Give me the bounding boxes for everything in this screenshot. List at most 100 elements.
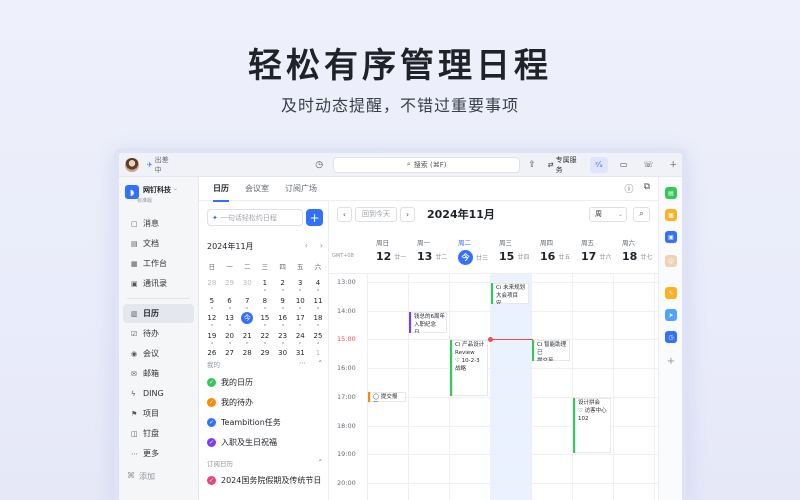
- mini-day[interactable]: 31: [291, 349, 309, 357]
- mini-day[interactable]: 7: [238, 297, 256, 309]
- org-switcher[interactable]: ◗ 网钉科技 ⌄: [119, 177, 198, 199]
- mini-day[interactable]: 30: [274, 349, 292, 357]
- day-header[interactable]: 周一 13 廿二: [408, 237, 449, 263]
- help-icon[interactable]: ⓘ: [625, 182, 634, 195]
- screen-icon[interactable]: ▭: [615, 157, 633, 173]
- calendar-event[interactable]: ◯ 提交报销...: [368, 392, 406, 402]
- mini-day[interactable]: 8: [256, 297, 274, 309]
- calendar-event[interactable]: Ci 产品设计 Review ♡ 10-2-3 战略: [450, 340, 488, 396]
- mini-day[interactable]: 29: [256, 349, 274, 357]
- mini-day[interactable]: 20: [221, 332, 239, 344]
- add-app-icon[interactable]: +: [665, 355, 677, 367]
- new-icon[interactable]: ＋: [664, 157, 682, 173]
- sidebar-item-3[interactable]: ▣ 通讯录: [123, 274, 194, 293]
- day-header[interactable]: 周六 18 廿七: [613, 237, 654, 263]
- calendar-event[interactable]: Ci 智能助理已提交至review: [532, 340, 570, 362]
- mini-day[interactable]: 28: [238, 349, 256, 357]
- edit-app-icon[interactable]: ✎: [665, 287, 677, 299]
- service-button[interactable]: ⇄ 专属服务: [548, 155, 583, 175]
- sidebar-item-0[interactable]: ▢ 消息: [123, 214, 194, 233]
- mini-day[interactable]: 3: [291, 279, 309, 292]
- sidebar-item-1[interactable]: ▤ 文档: [123, 234, 194, 253]
- mini-day[interactable]: 16: [274, 314, 292, 327]
- checkbox-icon[interactable]: ✓: [207, 418, 216, 427]
- tab-subscription[interactable]: 订阅广场: [285, 183, 317, 194]
- calendar-list-item[interactable]: ✓ Teambition任务: [207, 417, 281, 428]
- sidebar-add[interactable]: ⌘ 添加: [127, 471, 155, 482]
- mini-day[interactable]: 24: [291, 332, 309, 344]
- prev-month-icon[interactable]: ‹: [305, 241, 308, 252]
- checkbox-icon[interactable]: ✓: [207, 476, 216, 485]
- next-month-icon[interactable]: ›: [320, 241, 323, 252]
- calendar-list-item[interactable]: ✓ 我的待办: [207, 397, 253, 408]
- day-header[interactable]: 周二 今廿三: [449, 237, 490, 265]
- sidebar-item-6[interactable]: ◉ 会议: [123, 344, 194, 363]
- sidebar-item-10[interactable]: ◫ 钉盘: [123, 424, 194, 443]
- mini-day[interactable]: 18: [309, 314, 327, 327]
- mini-day[interactable]: 23: [274, 332, 292, 344]
- mini-day[interactable]: 13: [221, 314, 239, 327]
- global-search[interactable]: ⌕ 搜索 (⌘F): [333, 156, 521, 173]
- history-icon[interactable]: ◷: [315, 160, 323, 170]
- status-indicator[interactable]: ✈ 出差中: [147, 155, 175, 175]
- calendar-list-item[interactable]: ✓ 我的日历: [207, 377, 253, 388]
- upload-icon[interactable]: ⇪: [528, 160, 536, 170]
- sidebar-item-9[interactable]: ⚑ 项目: [123, 404, 194, 423]
- next-week-button[interactable]: ›: [400, 206, 415, 222]
- mini-day[interactable]: 1: [309, 349, 327, 357]
- mini-day[interactable]: 17: [291, 314, 309, 327]
- calendar-event[interactable]: Ci 未来规划 大会项目安...: [491, 283, 529, 304]
- mini-day[interactable]: 11: [309, 297, 327, 309]
- mini-day[interactable]: 29: [221, 279, 239, 287]
- day-header[interactable]: 周日 12 廿一: [367, 237, 408, 263]
- mini-day[interactable]: 15: [256, 314, 274, 327]
- tab-calendar[interactable]: 日历: [213, 183, 229, 202]
- quick-create-input[interactable]: ✦ 一句话轻松约日程: [207, 209, 303, 226]
- create-event-button[interactable]: +: [306, 209, 323, 226]
- sidebar-item-5[interactable]: ☑ 待办: [123, 324, 194, 343]
- sheet-app-icon[interactable]: ▤: [665, 187, 677, 199]
- mini-day[interactable]: 6: [221, 297, 239, 309]
- form-app-icon[interactable]: ▣: [665, 231, 677, 243]
- clock-app-icon[interactable]: ◷: [665, 331, 677, 343]
- calendar-list-item[interactable]: ✓ 入职及生日祝福: [207, 437, 277, 448]
- mini-day[interactable]: 26: [203, 349, 221, 357]
- send-app-icon[interactable]: ➤: [665, 309, 677, 321]
- note-app-icon[interactable]: ▦: [665, 209, 677, 221]
- mini-day[interactable]: 10: [291, 297, 309, 309]
- calendar-event[interactable]: 钱总的6周年 入职纪念日...: [409, 311, 447, 333]
- mini-day-today[interactable]: 今: [238, 312, 256, 325]
- sidebar-item-7[interactable]: ✉ 邮箱: [123, 364, 194, 383]
- ai-assistant-button[interactable]: ᶻ⁄ₐ: [590, 156, 608, 173]
- mini-day[interactable]: 4: [309, 279, 327, 292]
- sidebar-item-2[interactable]: ▦ 工作台: [123, 254, 194, 273]
- mini-day[interactable]: 27: [221, 349, 239, 357]
- calendar-event[interactable]: 设计拼会 ♡ 访客中心102: [573, 397, 611, 454]
- mini-day[interactable]: 19: [203, 332, 221, 344]
- mini-day[interactable]: 1: [256, 279, 274, 292]
- view-select[interactable]: 周 ⌄: [589, 206, 627, 222]
- share-icon[interactable]: ⧉: [644, 182, 650, 195]
- avatar[interactable]: [125, 157, 139, 172]
- sidebar-item-8[interactable]: ϟ DING: [123, 384, 194, 403]
- mini-day[interactable]: 5: [203, 297, 221, 309]
- sidebar-item-4[interactable]: ▥ 日历: [123, 304, 194, 323]
- calendar-list-item[interactable]: ✓ 2024国务院假期及传统节日: [207, 475, 321, 486]
- today-button[interactable]: 回到今天: [355, 206, 397, 222]
- mini-day[interactable]: 22: [256, 332, 274, 344]
- collapse-icon[interactable]: ⌃: [318, 359, 323, 369]
- prev-week-button[interactable]: ‹: [337, 206, 352, 222]
- checkbox-icon[interactable]: ✓: [207, 398, 216, 407]
- more-icon[interactable]: ⋯: [299, 359, 306, 369]
- mini-day[interactable]: 9: [274, 297, 292, 309]
- phone-icon[interactable]: ☏: [640, 157, 658, 173]
- collapse-icon[interactable]: ⌃: [318, 458, 323, 468]
- contact-avatar-icon[interactable]: ☺: [665, 255, 677, 267]
- checkbox-icon[interactable]: ✓: [207, 378, 216, 387]
- checkbox-icon[interactable]: ✓: [207, 438, 216, 447]
- mini-day[interactable]: 28: [203, 279, 221, 287]
- mini-day[interactable]: 30: [238, 279, 256, 287]
- mini-day[interactable]: 21: [238, 332, 256, 344]
- mini-day[interactable]: 25: [309, 332, 327, 344]
- day-header[interactable]: 周五 17 廿六: [572, 237, 613, 263]
